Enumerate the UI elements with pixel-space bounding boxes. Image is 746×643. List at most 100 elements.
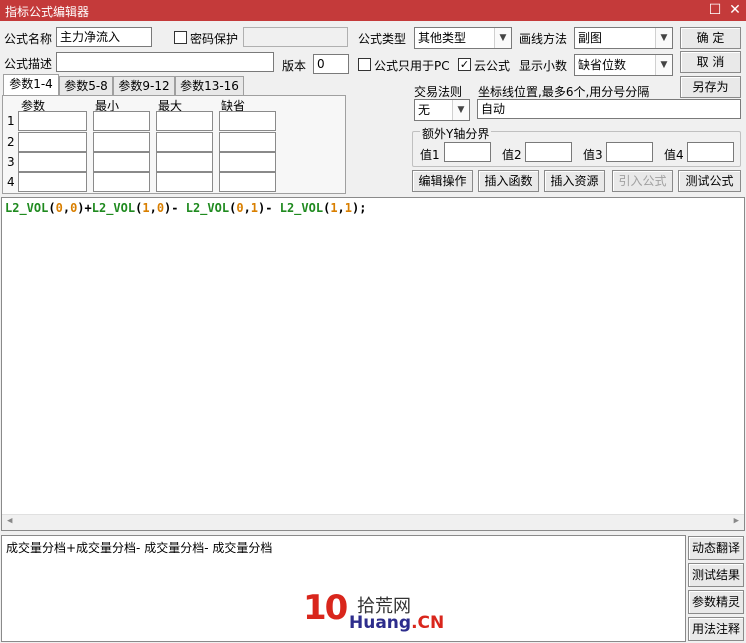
tab-params-5-8[interactable]: 参数5-8 bbox=[59, 76, 113, 96]
version-input[interactable]: 0 bbox=[313, 54, 349, 74]
formula-desc-label: 公式描述 bbox=[4, 57, 53, 71]
trade-rule-select[interactable]: 无 ▼ bbox=[414, 99, 470, 121]
scroll-left-icon[interactable]: ◀ bbox=[7, 516, 12, 526]
draw-method-value: 副图 bbox=[578, 31, 603, 45]
draw-method-select[interactable]: 副图 ▼ bbox=[574, 27, 673, 49]
y-value-4-input[interactable] bbox=[687, 142, 734, 162]
code-token: 0 bbox=[156, 201, 165, 215]
trade-rule-value: 无 bbox=[418, 103, 431, 117]
code-token: ); bbox=[352, 201, 367, 215]
maximize-icon[interactable]: ☐ bbox=[704, 1, 726, 20]
param-min-cell[interactable] bbox=[93, 132, 150, 152]
title-bar: 指标公式编辑器 ☐ ✕ bbox=[0, 0, 746, 21]
param-default-cell[interactable] bbox=[219, 132, 276, 152]
y-value-1-input[interactable] bbox=[444, 142, 491, 162]
param-min-cell[interactable] bbox=[93, 111, 150, 131]
password-label: 密码保护 bbox=[190, 32, 239, 46]
param-name-cell[interactable] bbox=[18, 172, 87, 192]
tab-params-1-4[interactable]: 参数1-4 bbox=[3, 74, 59, 96]
code-token: L2_VOL bbox=[91, 201, 136, 215]
code-token: )- bbox=[258, 201, 280, 215]
insert-resource-button[interactable]: 插入资源 bbox=[544, 170, 605, 192]
cancel-button[interactable]: 取 消 bbox=[680, 51, 741, 73]
code-token: , bbox=[62, 201, 71, 215]
save-as-button[interactable]: 另存为 bbox=[680, 76, 741, 98]
code-token: 1 bbox=[344, 201, 353, 215]
y-value-3-label: 值3 bbox=[583, 148, 603, 162]
tab-params-13-16[interactable]: 参数13-16 bbox=[175, 76, 244, 96]
formula-type-label: 公式类型 bbox=[358, 32, 407, 46]
param-min-cell[interactable] bbox=[93, 172, 150, 192]
translation-text: 成交量分档+成交量分档- 成交量分档- 成交量分档 bbox=[6, 541, 273, 555]
code-token: L2_VOL bbox=[279, 201, 324, 215]
formula-name-input[interactable]: 主力净流入 bbox=[56, 27, 152, 47]
import-formula-button[interactable]: 引入公式 bbox=[612, 170, 673, 192]
code-line: L2_VOL(0,0)+L2_VOL(1,0)- L2_VOL(0,1)- L2… bbox=[5, 201, 366, 215]
coord-line-label: 坐标线位置,最多6个,用分号分隔 bbox=[478, 85, 650, 99]
param-row-label: 2 bbox=[7, 135, 15, 149]
close-icon[interactable]: ✕ bbox=[724, 1, 746, 20]
decimal-select[interactable]: 缺省位数 ▼ bbox=[574, 54, 673, 76]
param-default-cell[interactable] bbox=[219, 152, 276, 172]
chevron-down-icon: ▼ bbox=[452, 100, 469, 120]
formula-desc-input[interactable] bbox=[56, 52, 274, 72]
param-max-cell[interactable] bbox=[156, 132, 213, 152]
param-name-cell[interactable] bbox=[18, 152, 87, 172]
formula-type-select[interactable]: 其他类型 ▼ bbox=[414, 27, 512, 49]
chevron-down-icon: ▼ bbox=[655, 55, 672, 75]
pc-only-checkbox[interactable] bbox=[358, 58, 371, 71]
code-token: , bbox=[149, 201, 157, 215]
code-token: L2_VOL bbox=[185, 201, 230, 215]
param-min-cell[interactable] bbox=[93, 152, 150, 172]
code-token: 1 bbox=[142, 201, 150, 215]
horizontal-scrollbar[interactable]: ◀ ▶ bbox=[2, 514, 744, 530]
test-formula-button[interactable]: 测试公式 bbox=[678, 170, 741, 192]
watermark-logo-en-name: Huang bbox=[349, 613, 412, 633]
decimal-label: 显示小数 bbox=[519, 59, 568, 73]
code-token: 0 bbox=[236, 201, 244, 215]
code-token: 1 bbox=[250, 201, 259, 215]
pc-only-label: 公式只用于PC bbox=[374, 59, 450, 73]
param-default-cell[interactable] bbox=[219, 172, 276, 192]
password-input bbox=[243, 27, 348, 47]
y-value-2-label: 值2 bbox=[502, 148, 522, 162]
decimal-value: 缺省位数 bbox=[578, 58, 627, 72]
tab-params-9-12[interactable]: 参数9-12 bbox=[113, 76, 175, 96]
ok-button[interactable]: 确 定 bbox=[680, 27, 741, 49]
param-max-cell[interactable] bbox=[156, 172, 213, 192]
code-token: 0 bbox=[55, 201, 63, 215]
y-value-2-input[interactable] bbox=[525, 142, 572, 162]
edit-operation-button[interactable]: 编辑操作 bbox=[412, 170, 473, 192]
param-max-cell[interactable] bbox=[156, 111, 213, 131]
code-token: ( bbox=[48, 201, 56, 215]
watermark-logo-en: Huang.CN bbox=[349, 613, 444, 633]
dynamic-translate-button[interactable]: 动态翻译 bbox=[688, 536, 744, 560]
insert-function-button[interactable]: 插入函数 bbox=[478, 170, 539, 192]
param-max-cell[interactable] bbox=[156, 152, 213, 172]
param-wizard-button[interactable]: 参数精灵 bbox=[688, 590, 744, 614]
password-checkbox[interactable] bbox=[174, 31, 187, 44]
y-value-1-label: 值1 bbox=[420, 148, 440, 162]
scroll-right-icon[interactable]: ▶ bbox=[734, 516, 739, 526]
cloud-checkbox[interactable]: ✓ bbox=[458, 58, 471, 71]
param-default-cell[interactable] bbox=[219, 111, 276, 131]
y-value-3-input[interactable] bbox=[606, 142, 653, 162]
version-label: 版本 bbox=[282, 59, 307, 73]
code-token: , bbox=[243, 201, 251, 215]
code-editor[interactable]: L2_VOL(0,0)+L2_VOL(1,0)- L2_VOL(0,1)- L2… bbox=[1, 197, 745, 531]
usage-notes-button[interactable]: 用法注释 bbox=[688, 617, 744, 641]
code-token: , bbox=[337, 201, 345, 215]
code-token: )- bbox=[164, 201, 186, 215]
trade-rule-label: 交易法则 bbox=[414, 85, 463, 99]
param-name-cell[interactable] bbox=[18, 132, 87, 152]
param-name-cell[interactable] bbox=[18, 111, 87, 131]
code-token: L2_VOL bbox=[5, 201, 49, 215]
draw-method-label: 画线方法 bbox=[519, 32, 568, 46]
param-row-label: 4 bbox=[7, 175, 15, 189]
extra-y-axis-label: 额外Y轴分界 bbox=[420, 125, 492, 142]
formula-type-value: 其他类型 bbox=[418, 31, 467, 45]
params-panel: 参数 最小 最大 缺省 1 2 3 4 bbox=[2, 95, 346, 194]
chevron-down-icon: ▼ bbox=[494, 28, 511, 48]
coord-line-input[interactable]: 自动 bbox=[477, 99, 741, 119]
test-result-button[interactable]: 测试结果 bbox=[688, 563, 744, 587]
